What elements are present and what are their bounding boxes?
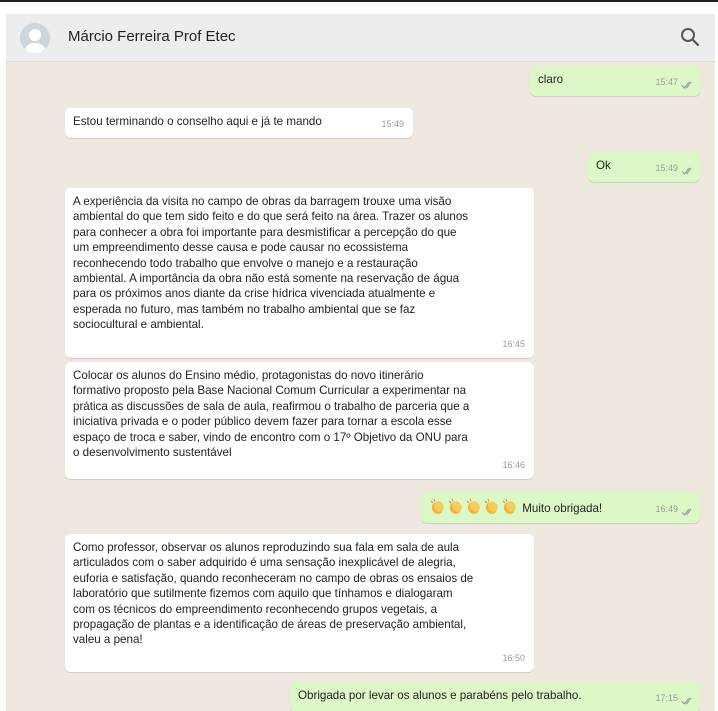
message-line: formativo proposto pela Base Nacional Co…: [73, 384, 467, 398]
message-outgoing: Muito obrigada! 16:49: [421, 492, 700, 523]
message-incoming: Estou terminando o conselho aqui e já te…: [65, 108, 413, 138]
message-line: ambiental do que tem sido feito e do que…: [73, 210, 469, 224]
chat-header: Márcio Ferreira Prof Etec: [6, 14, 715, 62]
message-text: Obrigada por levar os alunos e parabéns …: [298, 689, 582, 702]
message-time: 16:49: [655, 503, 678, 514]
message-time: 15:49: [381, 118, 404, 129]
message-line: sociocultural e ambiental.: [73, 318, 204, 332]
message-line: para os próximos anos diante da crise hí…: [73, 287, 436, 301]
message-line: um empreendimento desse causa e pode cau…: [73, 241, 409, 255]
message-line: propagação de plantas e a identificação …: [73, 618, 467, 632]
search-icon[interactable]: [679, 26, 701, 48]
message-line: prática as discussões de sala de aula, r…: [73, 399, 470, 413]
message-time: 17:15: [655, 692, 678, 703]
message-line: ambiental. A importância da obra não est…: [73, 272, 460, 286]
double-check-icon: [681, 508, 692, 516]
message-time: 16:45: [502, 338, 525, 349]
message-incoming: A experiência da visita no campo de obra…: [65, 188, 534, 358]
contact-name[interactable]: Márcio Ferreira Prof Etec: [68, 28, 236, 45]
message-line: para conhecer a obra foi importante para…: [73, 225, 457, 239]
message-outgoing: claro 15:47: [530, 66, 700, 96]
top-border: [0, 0, 718, 2]
message-outgoing: Ok 15:49: [588, 152, 700, 182]
message-line: reconhecendo todo trabalho que envolve o…: [73, 256, 418, 270]
message-line: espaço de troca e saber, vindo de encont…: [73, 430, 468, 444]
message-line: articulados com o saber adquirido é uma …: [73, 556, 456, 570]
message-incoming: Como professor, observar os alunos repro…: [65, 534, 534, 672]
message-text: Muito obrigada!: [522, 502, 603, 515]
message-line: Colocar os alunos do Ensino médio, prota…: [73, 369, 424, 382]
message-outgoing: Obrigada por levar os alunos e parabéns …: [290, 682, 700, 711]
double-check-icon: [681, 167, 692, 175]
message-line: o desenvolvimento sustentável: [73, 446, 232, 460]
clapping-hands-icon: [448, 498, 462, 514]
contact-avatar[interactable]: [20, 23, 50, 53]
message-line: A experiência da visita no campo de obra…: [73, 195, 452, 208]
double-check-icon: [681, 81, 692, 89]
clapping-hands-icon: [502, 498, 516, 514]
double-check-icon: [681, 697, 692, 705]
message-line: euforia e satisfação, quando reconhecera…: [73, 571, 474, 585]
message-line: Como professor, observar os alunos repro…: [73, 541, 460, 554]
clapping-hands-icon: [430, 498, 444, 514]
message-line: valeu a pena!: [73, 633, 143, 647]
message-line: laboratório que sutilmente fizemos com a…: [73, 587, 453, 601]
emoji-row: [429, 498, 519, 515]
message-time: 16:50: [502, 652, 525, 663]
clapping-hands-icon: [484, 498, 498, 514]
message-time: 15:47: [655, 76, 678, 87]
default-avatar-icon: [20, 23, 50, 53]
message-line: iniciativa privada e o poder público dev…: [73, 415, 452, 429]
clapping-hands-icon: [466, 498, 480, 514]
message-list[interactable]: claro 15:47 Estou terminando o conselho …: [6, 62, 715, 711]
message-time: 16:46: [502, 459, 525, 470]
message-line: esperada no futuro, mas também no trabal…: [73, 302, 416, 316]
message-text: Estou terminando o conselho aqui e já te…: [73, 115, 322, 128]
message-incoming: Colocar os alunos do Ensino médio, prota…: [65, 362, 534, 479]
message-time: 15:49: [655, 162, 678, 173]
message-line: com os técnicos do empreendimento reconh…: [73, 602, 438, 616]
